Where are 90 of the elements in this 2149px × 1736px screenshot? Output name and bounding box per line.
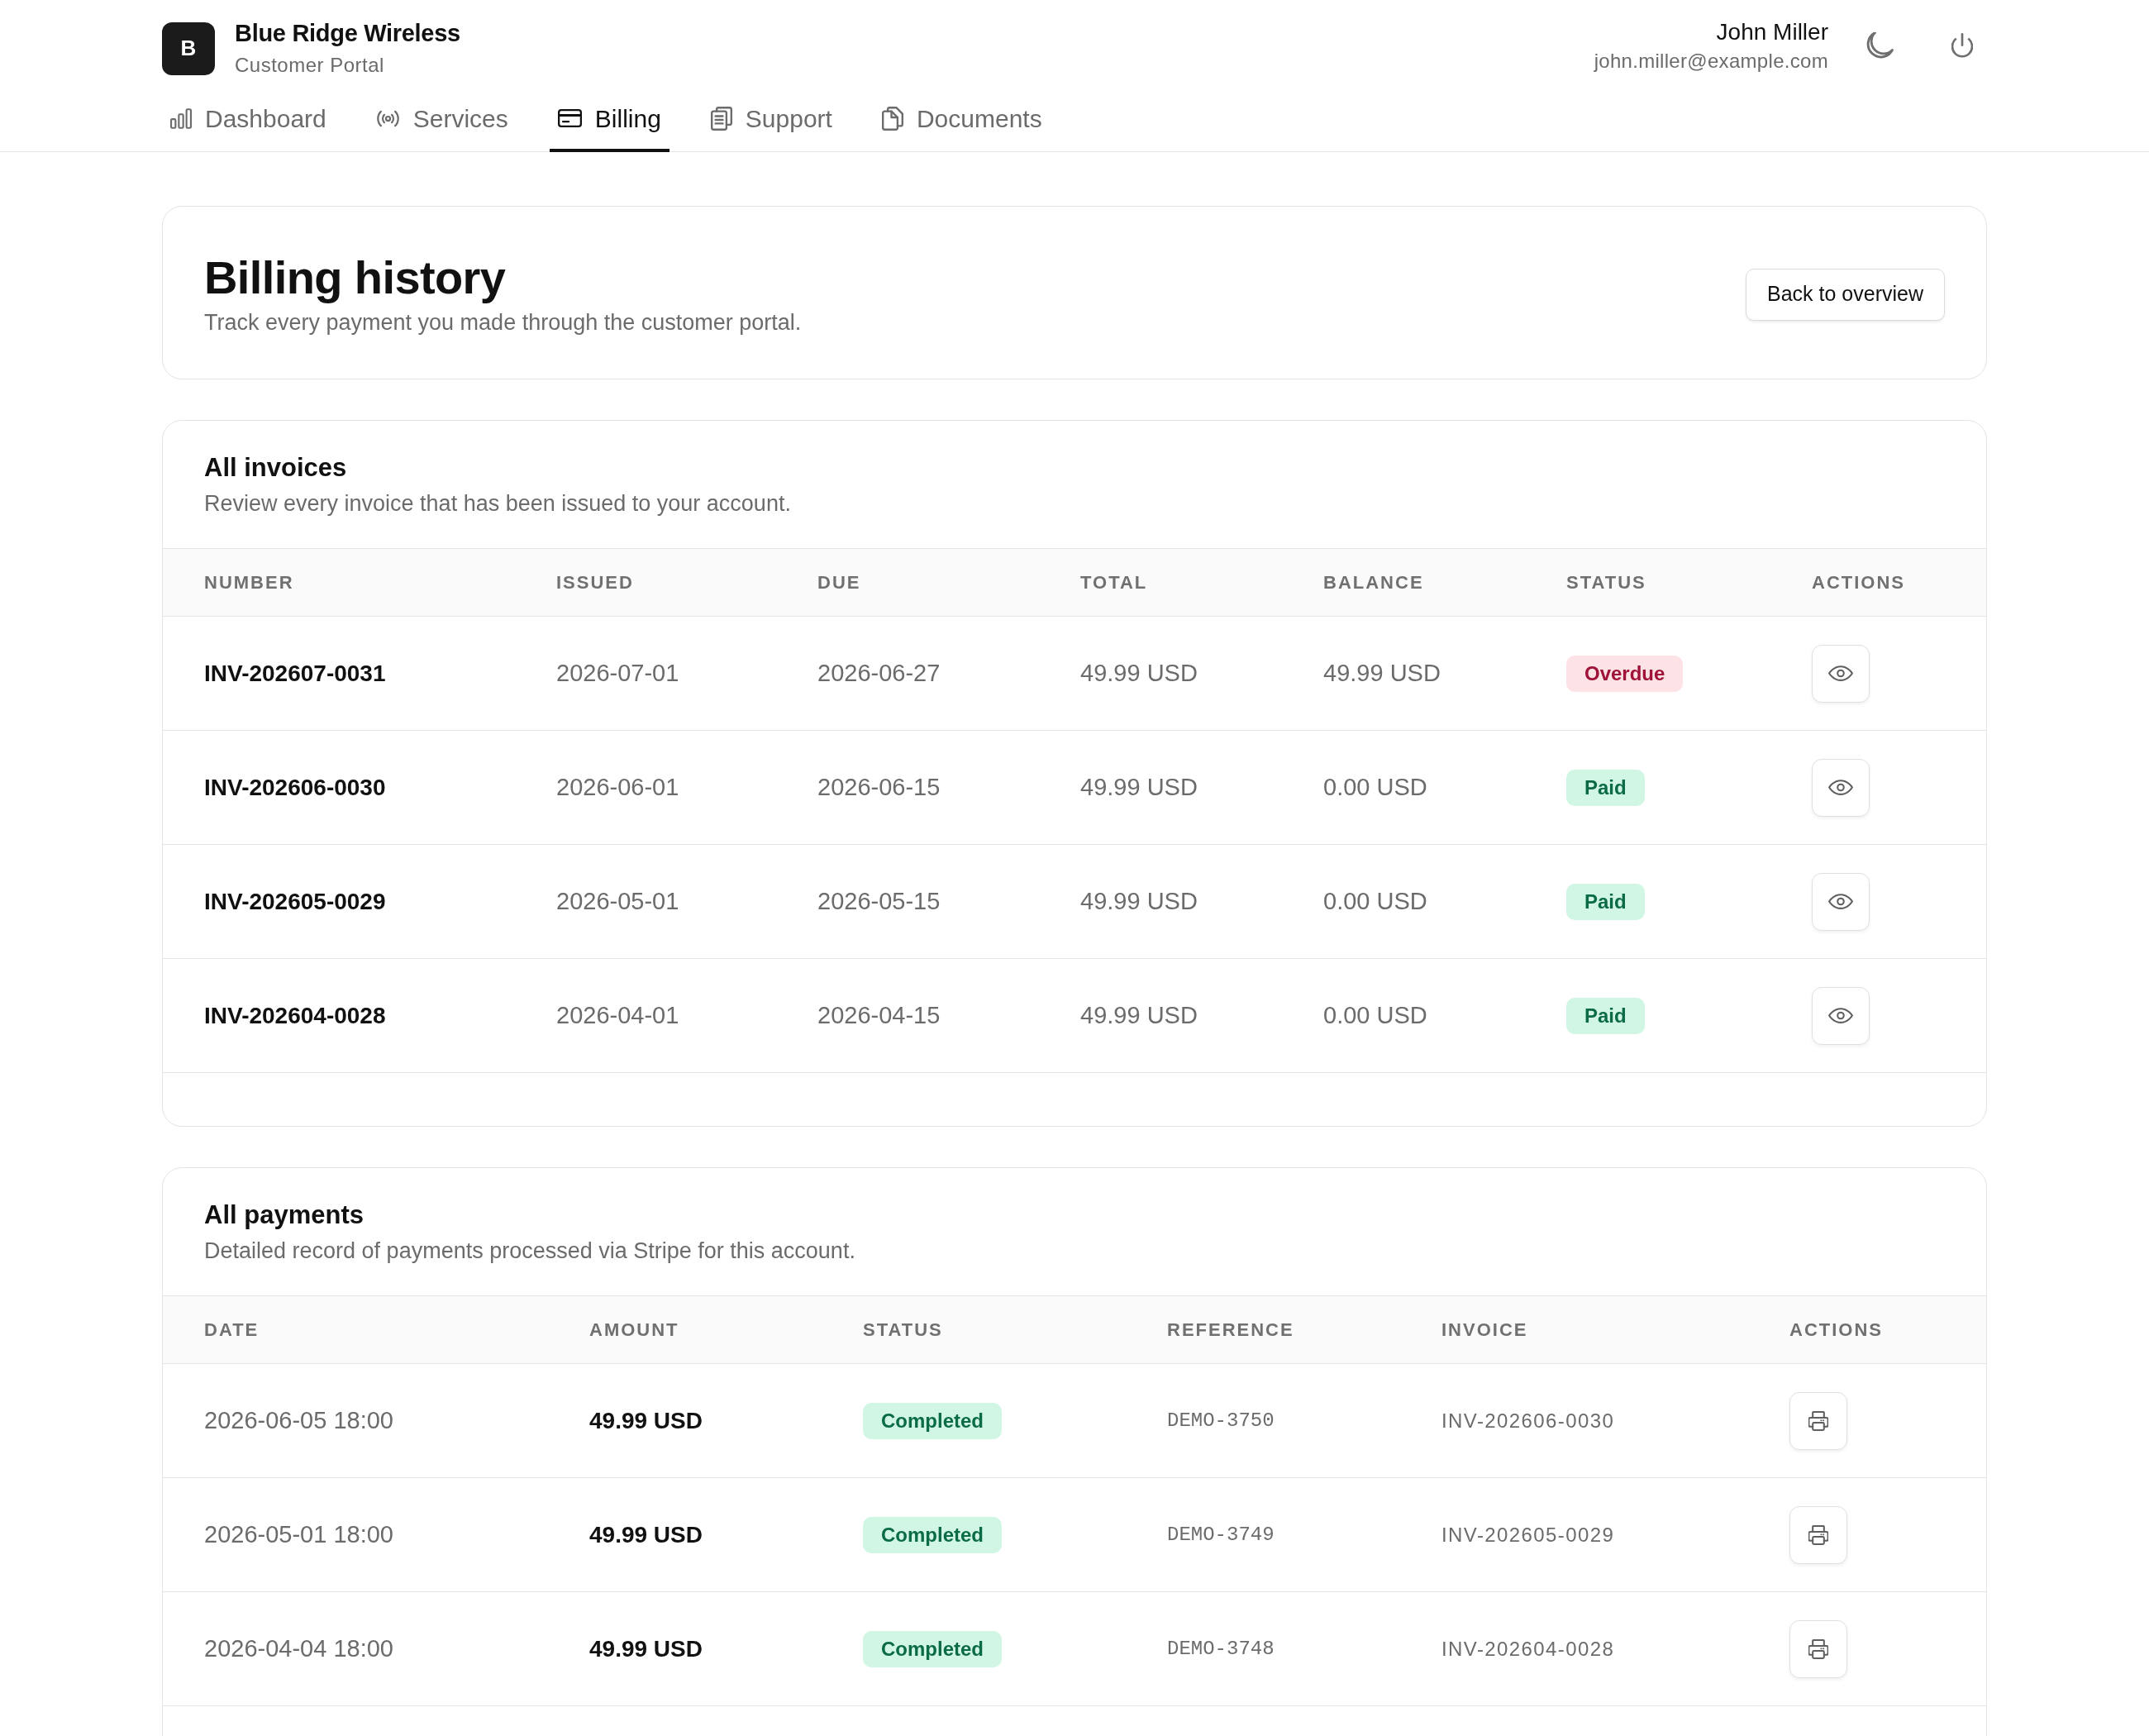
nav-tab[interactable]: Documents	[873, 91, 1051, 152]
column-header: BALANCE	[1323, 548, 1566, 617]
invoice-number: INV-202605-0029	[204, 888, 386, 914]
user-email: john.miller@example.com	[1594, 49, 1828, 74]
issued-date: 2026-07-01	[556, 659, 679, 686]
credit-card-icon	[557, 109, 582, 127]
invoice-total: 49.99 USD	[1080, 887, 1198, 914]
view-button[interactable]	[1812, 758, 1870, 817]
brand-name: Blue Ridge Wireless	[235, 19, 460, 48]
printer-icon	[1808, 1524, 1828, 1545]
status-badge: Overdue	[1566, 655, 1684, 692]
print-button[interactable]	[1789, 1619, 1847, 1678]
status-badge: Completed	[863, 1516, 1002, 1553]
back-to-overview-button[interactable]: Back to overview	[1746, 268, 1945, 321]
invoice-number: INV-202606-0030	[1441, 1409, 1615, 1432]
power-icon	[1951, 33, 1973, 59]
view-button[interactable]	[1812, 872, 1870, 931]
status-badge: Completed	[863, 1630, 1002, 1667]
column-header: DATE	[163, 1295, 589, 1364]
invoice-number: INV-202605-0029	[1441, 1523, 1615, 1546]
payment-reference: DEMO-3750	[1167, 1409, 1275, 1432]
column-header: AMOUNT	[589, 1295, 863, 1364]
section-title: All invoices	[204, 452, 348, 484]
column-header: STATUS	[863, 1295, 1167, 1364]
eye-icon	[1828, 780, 1853, 795]
due-date: 2026-04-15	[817, 1001, 941, 1028]
moon-icon	[1865, 31, 1894, 60]
printer-icon	[1808, 1638, 1828, 1659]
nav-tab[interactable]: Services	[367, 91, 517, 152]
invoice-balance: 0.00 USD	[1323, 887, 1427, 914]
due-date: 2026-06-15	[817, 773, 941, 800]
status-badge: Completed	[863, 1402, 1002, 1439]
eye-icon	[1828, 894, 1853, 909]
payment-reference: DEMO-3749	[1167, 1523, 1275, 1546]
user-name: John Miller	[1716, 18, 1828, 46]
view-button[interactable]	[1812, 986, 1870, 1045]
brand-logo: B	[162, 21, 215, 75]
eye-icon	[1828, 665, 1853, 681]
view-button[interactable]	[1812, 644, 1870, 703]
section-subtitle: Review every invoice that has been issued to your account.	[204, 490, 792, 517]
column-header: ACTIONS	[1812, 548, 1986, 617]
invoice-number: INV-202607-0031	[204, 660, 386, 686]
column-header: INVOICE	[1441, 1295, 1789, 1364]
invoice-total: 49.99 USD	[1080, 659, 1198, 686]
section-title: All payments	[204, 1199, 365, 1231]
payment-amount: 49.99 USD	[589, 1635, 703, 1662]
invoice-number: INV-202606-0030	[204, 774, 386, 800]
payment-date: 2026-04-04 18:00	[204, 1634, 393, 1662]
column-header: NUMBER	[163, 548, 556, 617]
page-title: Billing history	[204, 251, 507, 304]
column-header: TOTAL	[1080, 548, 1323, 617]
status-badge: Paid	[1566, 883, 1645, 920]
invoice-number: INV-202604-0028	[1441, 1637, 1615, 1660]
payment-reference: DEMO-3748	[1167, 1637, 1275, 1660]
invoice-balance: 49.99 USD	[1323, 659, 1441, 686]
payment-date: 2026-06-05 18:00	[204, 1406, 393, 1433]
invoice-total: 49.99 USD	[1080, 773, 1198, 800]
status-badge: Paid	[1566, 769, 1645, 806]
due-date: 2026-05-15	[817, 887, 941, 914]
broadcast-icon	[375, 109, 400, 127]
payment-date: 2026-05-01 18:00	[204, 1520, 393, 1548]
invoice-balance: 0.00 USD	[1323, 773, 1427, 800]
payment-amount: 49.99 USD	[589, 1407, 703, 1433]
page-subtitle: Track every payment you made through the customer portal.	[204, 309, 802, 336]
eye-icon	[1828, 1008, 1853, 1023]
column-header: ACTIONS	[1789, 1295, 1986, 1364]
printer-icon	[1808, 1410, 1828, 1431]
section-subtitle: Detailed record of payments processed via Stripe for this account.	[204, 1238, 856, 1265]
nav-tab[interactable]: Support	[702, 91, 841, 152]
invoice-balance: 0.00 USD	[1323, 1001, 1427, 1028]
files-icon	[881, 106, 903, 131]
nav-tab[interactable]: Billing	[549, 91, 669, 152]
column-header: STATUS	[1566, 548, 1812, 617]
column-header: REFERENCE	[1167, 1295, 1441, 1364]
print-button[interactable]	[1789, 1391, 1847, 1450]
brand-tagline: Customer Portal	[235, 53, 385, 78]
invoice-number: INV-202604-0028	[204, 1002, 386, 1028]
issued-date: 2026-06-01	[556, 773, 679, 800]
notepad-icon	[710, 106, 732, 131]
bar-chart-icon	[170, 107, 192, 129]
status-badge: Paid	[1566, 997, 1645, 1034]
nav-tab[interactable]: Dashboard	[162, 91, 335, 152]
issued-date: 2026-04-01	[556, 1001, 679, 1028]
print-button[interactable]	[1789, 1505, 1847, 1564]
due-date: 2026-06-27	[817, 659, 941, 686]
column-header: ISSUED	[556, 548, 817, 617]
payment-amount: 49.99 USD	[589, 1521, 703, 1548]
invoice-total: 49.99 USD	[1080, 1001, 1198, 1028]
issued-date: 2026-05-01	[556, 887, 679, 914]
column-header: DUE	[817, 548, 1080, 617]
